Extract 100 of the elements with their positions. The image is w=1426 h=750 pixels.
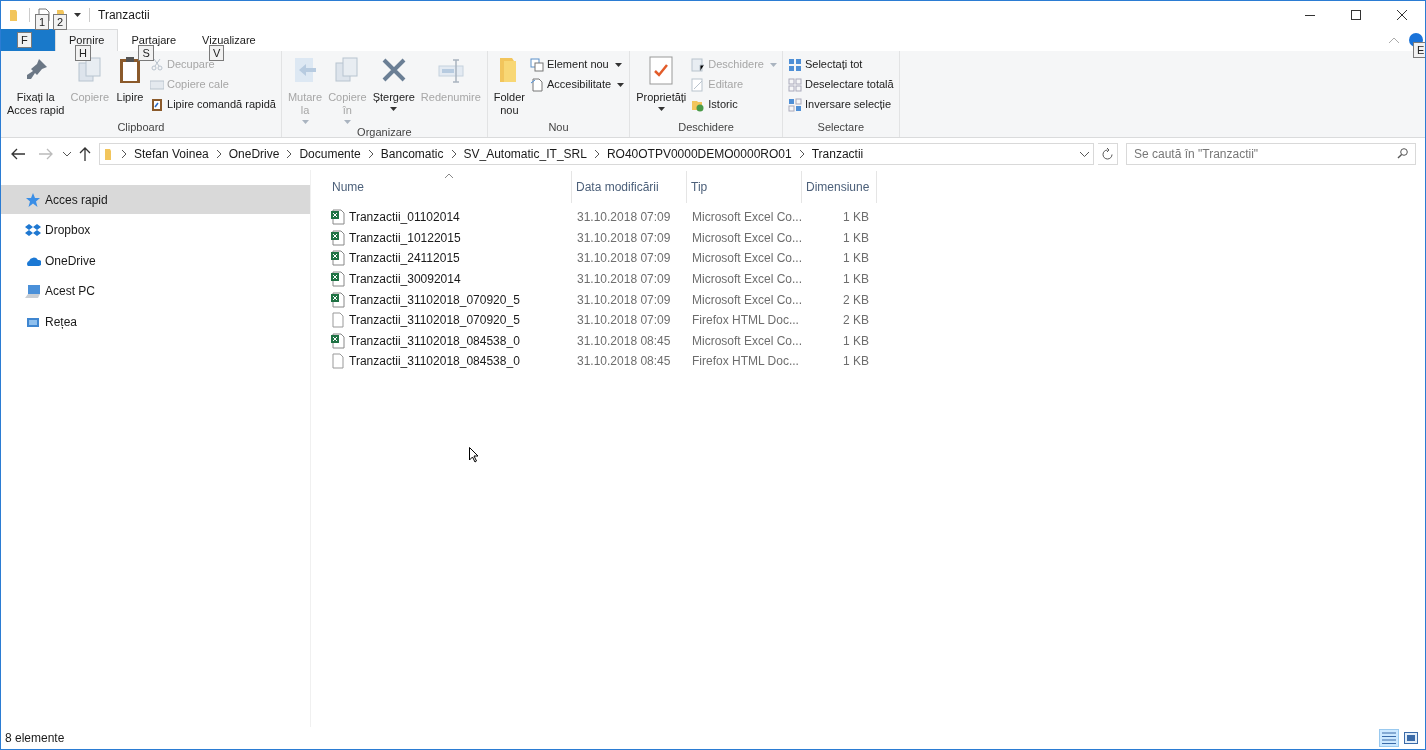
column-header[interactable]: Tip: [687, 171, 802, 203]
sidebar-item[interactable]: Acces rapid: [1, 185, 310, 214]
table-cell-text: Firefox HTML Doc...: [691, 312, 800, 330]
tiles-view-button[interactable]: [1401, 729, 1421, 747]
table-cell-text: Microsoft Excel Co...: [691, 229, 802, 247]
scissors-icon: [150, 57, 164, 72]
sidebar-item[interactable]: OneDrive: [1, 246, 310, 275]
keytip-tooltip: F: [17, 32, 32, 48]
sidebar-item[interactable]: Dropbox: [1, 215, 310, 245]
sort-ascending-icon: [445, 173, 453, 178]
back-arrow-icon[interactable]: [11, 148, 25, 160]
spreadsheet-file-icon: [330, 229, 346, 246]
window-title: Tranzactii: [98, 7, 150, 24]
search-field[interactable]: Se caută în "Tranzactii": [1126, 143, 1416, 165]
ribbon-button[interactable]: Fixați la Acces rapid: [5, 55, 67, 119]
maximize-icon: [1351, 10, 1361, 20]
computer-icon: [25, 283, 41, 299]
table-cell-text: Microsoft Excel Co...: [691, 271, 802, 289]
file-name-cell[interactable]: Tranzactii_10122015: [328, 228, 572, 247]
spreadsheet-file-icon: [330, 291, 346, 308]
ribbon-button[interactable]: Accesibilitate: [528, 76, 626, 93]
table-cell-text: 1 KB: [842, 271, 870, 289]
ribbon-button[interactable]: Folder nou: [491, 55, 527, 119]
chevron-down-icon[interactable]: [63, 151, 71, 157]
ribbon-button[interactable]: Element nou: [528, 56, 626, 73]
up-arrow-icon[interactable]: [79, 147, 91, 161]
table-cell-text: 1 KB: [842, 353, 870, 371]
chevron-right-icon[interactable]: [368, 150, 373, 158]
table-cell-text: 31.10.2018 08:45: [576, 332, 672, 350]
chevron-right-icon[interactable]: [594, 150, 599, 158]
file-name-cell[interactable]: Tranzactii_31102018_084538_0: [328, 331, 572, 350]
column-header[interactable]: Dimensiune: [802, 171, 877, 203]
chevron-right-icon[interactable]: [122, 150, 126, 158]
table-cell-text: 31.10.2018 08:45: [576, 353, 672, 371]
chevron-right-icon[interactable]: [451, 150, 456, 158]
file-name-cell[interactable]: Tranzactii_01102014: [328, 208, 572, 227]
file-name-cell[interactable]: Tranzactii_31102018_084538_0: [328, 352, 572, 371]
breadcrumb-item[interactable]: Stefan Voinea: [134, 145, 209, 163]
refresh-icon: [1102, 148, 1113, 160]
ribbon-button[interactable]: Ștergere: [370, 55, 417, 124]
file-tab[interactable]: F: [1, 29, 55, 51]
file-name-cell[interactable]: Tranzactii_24112015: [328, 249, 572, 268]
mouse-cursor-icon: [469, 447, 479, 463]
ribbon-button[interactable]: Inversare selecție: [786, 96, 895, 113]
column-header[interactable]: Data modificării: [572, 171, 687, 203]
caret-icon: [617, 82, 625, 87]
ribbon-button[interactable]: Deselectare totală: [786, 76, 895, 93]
breadcrumb-item[interactable]: Bancomatic: [380, 145, 444, 163]
caret-icon: [343, 120, 351, 124]
refresh-button[interactable]: [1098, 143, 1118, 165]
ribbon-button[interactable]: Lipire comandă rapidă: [149, 96, 277, 113]
tiles-icon: [1404, 732, 1418, 744]
breadcrumb-item[interactable]: RO40OTPV0000DEMO0000RO01: [606, 145, 792, 163]
select-none-icon: [787, 77, 802, 92]
ribbon-button[interactable]: Istoric: [690, 96, 778, 113]
spreadsheet-file-icon: [330, 209, 346, 226]
folder-icon: [104, 147, 114, 161]
chevron-right-icon[interactable]: [287, 150, 292, 158]
group-label: Clipboard: [116, 119, 166, 135]
breadcrumb-item[interactable]: Documente: [299, 145, 361, 163]
address-bar[interactable]: Stefan Voinea OneDrive Documente Bancomatic SV_Automatic_IT_SRL RO40OTPV0000DEMO0000RO01 Tranzactii: [99, 143, 1094, 165]
select-all-icon: [787, 57, 802, 72]
sidebar-item[interactable]: Rețea: [1, 307, 310, 336]
table-cell-text: Microsoft Excel Co...: [691, 332, 802, 350]
table-cell-text: 31.10.2018 07:09: [576, 312, 672, 330]
details-icon: [1382, 732, 1396, 744]
table-cell-text: 2 KB: [842, 312, 870, 330]
table-cell-text: 31.10.2018 07:09: [576, 291, 672, 309]
sidebar-item[interactable]: Acest PC: [1, 276, 310, 306]
table-cell-text: 31.10.2018 07:09: [576, 209, 672, 227]
close-icon: [1397, 10, 1407, 20]
table-cell-text: 2 KB: [842, 291, 870, 309]
path-icon: [150, 77, 164, 92]
table-cell-text: Microsoft Excel Co...: [691, 291, 802, 309]
breadcrumb-item[interactable]: OneDrive: [228, 145, 280, 163]
file-icon: [330, 353, 346, 370]
keytip-tooltip: 2: [53, 14, 68, 30]
caret-icon: [390, 107, 398, 111]
chevron-down-icon[interactable]: [1080, 151, 1089, 157]
file-name-cell[interactable]: Tranzactii_31102018_070920_5: [328, 311, 572, 330]
new-item-icon: [529, 57, 544, 72]
caret-icon: [301, 120, 309, 124]
item-count: 8 elemente: [5, 730, 65, 747]
breadcrumb-item[interactable]: SV_Automatic_IT_SRL: [463, 145, 587, 163]
ribbon-button[interactable]: Proprietăți: [634, 55, 689, 119]
table-cell-text: Firefox HTML Doc...: [691, 353, 800, 371]
keytip-tooltip: H: [75, 45, 91, 61]
file-name-cell[interactable]: Tranzactii_31102018_070920_5: [328, 290, 572, 309]
details-view-button[interactable]: [1379, 729, 1399, 747]
document-icon: [529, 77, 544, 92]
ribbon-button[interactable]: Selectați tot: [786, 56, 895, 73]
breadcrumb-item[interactable]: Tranzactii: [811, 145, 864, 163]
chevron-right-icon[interactable]: [799, 150, 804, 158]
column-header[interactable]: Nume: [328, 171, 572, 203]
edit-icon: [691, 77, 706, 92]
chevron-right-icon[interactable]: [216, 150, 221, 158]
table-cell-text: 31.10.2018 07:09: [576, 229, 672, 247]
table-cell-text: 1 KB: [842, 250, 870, 268]
dropbox-icon: [25, 222, 41, 238]
file-name-cell[interactable]: Tranzactii_30092014: [328, 270, 572, 289]
